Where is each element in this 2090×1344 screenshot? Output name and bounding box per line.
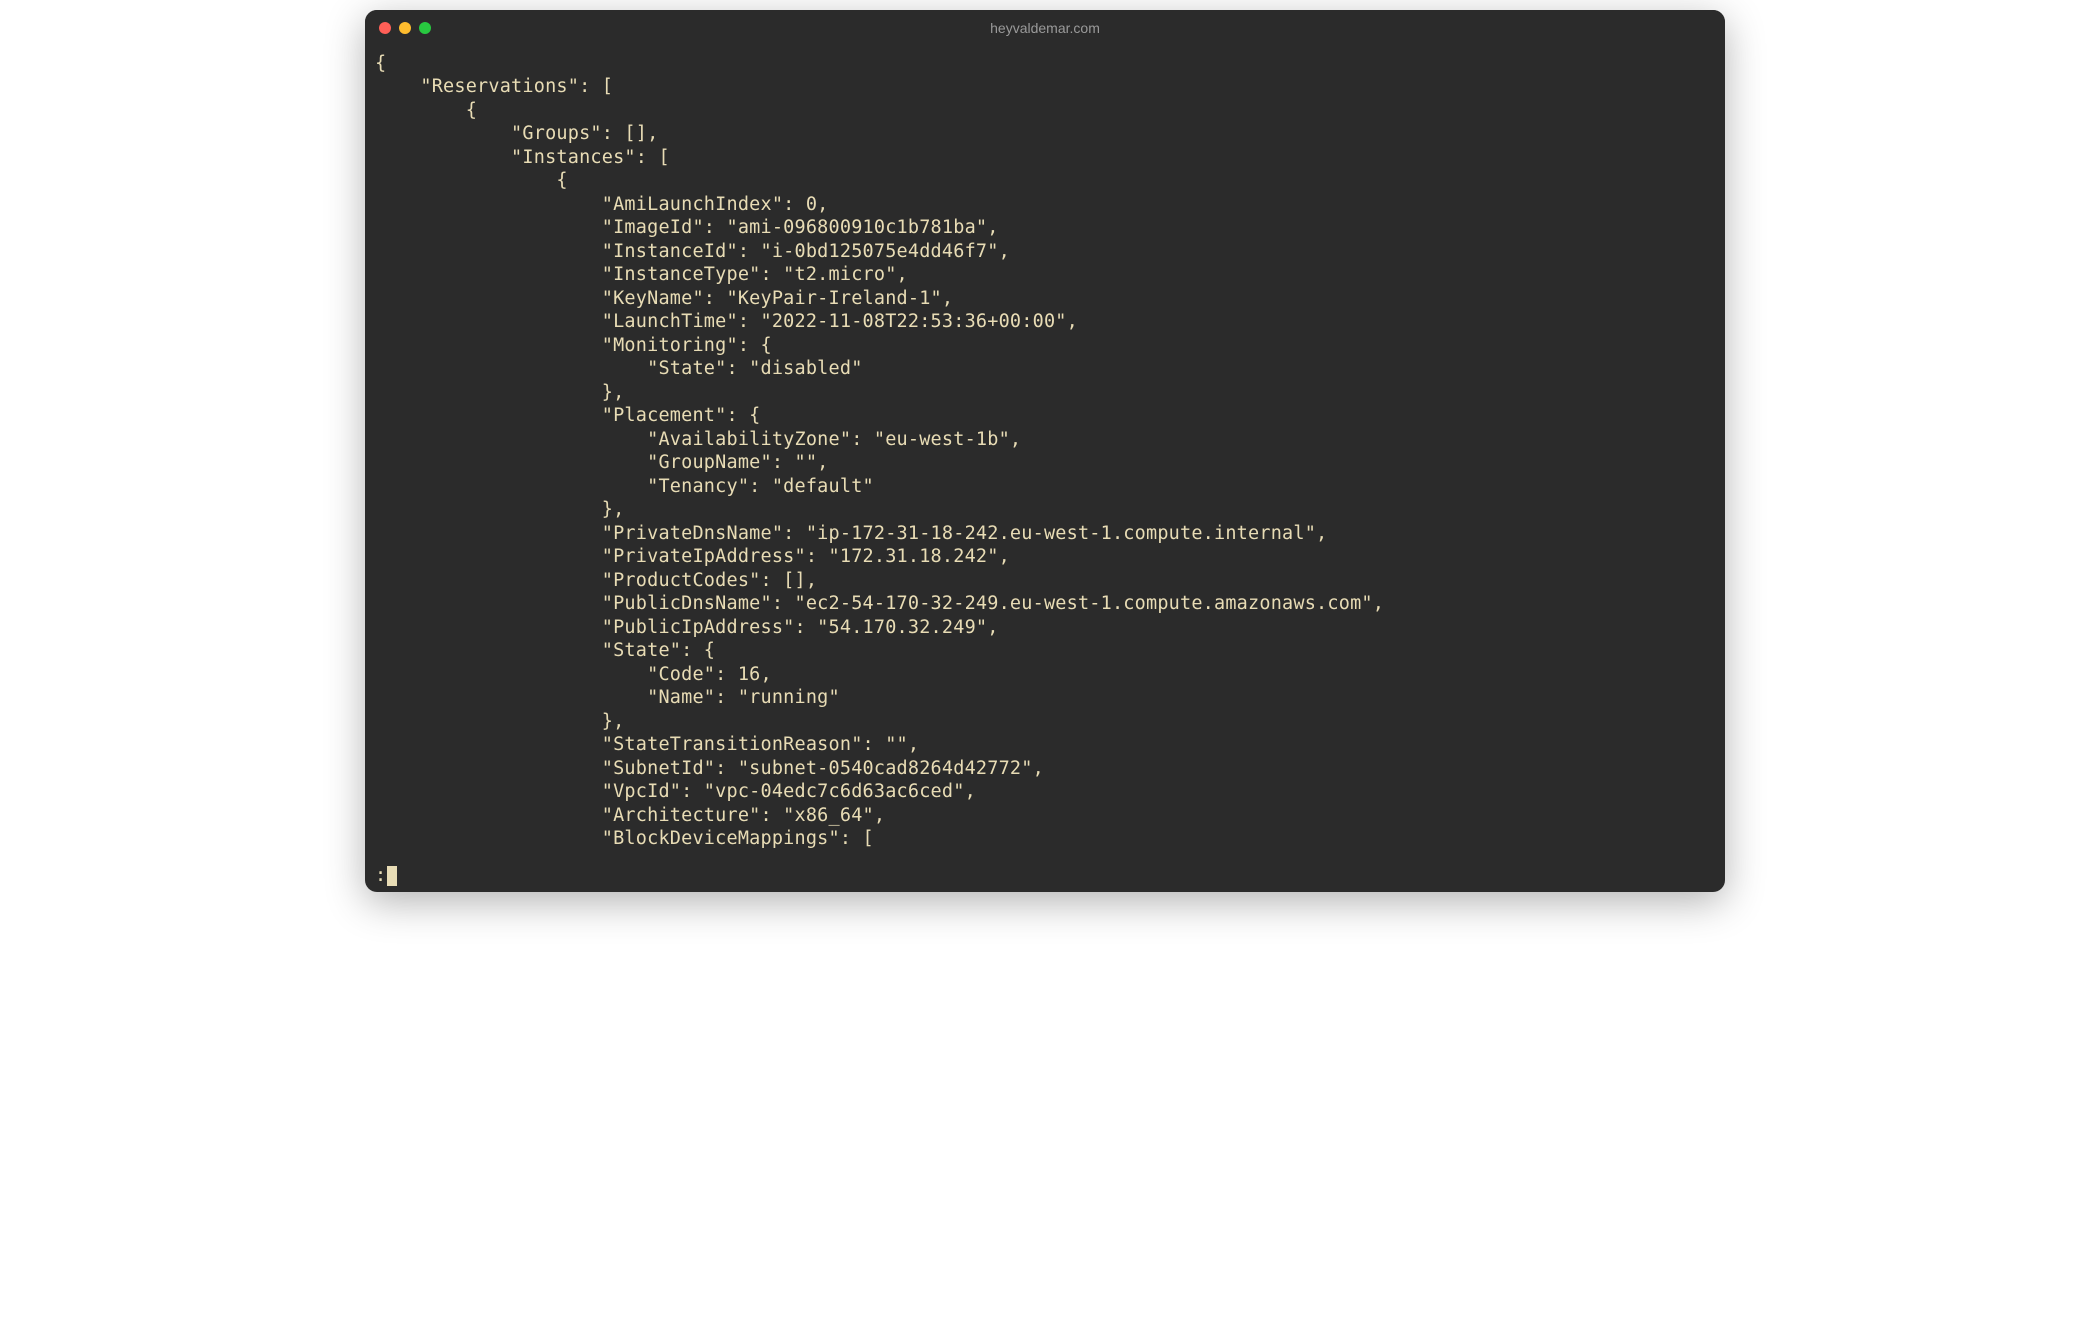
maximize-icon[interactable] — [419, 22, 431, 34]
pager-colon: : — [375, 865, 386, 886]
json-output: { "Reservations": [ { "Groups": [], "Ins… — [375, 52, 1715, 850]
cursor-icon — [387, 866, 397, 886]
terminal-body[interactable]: { "Reservations": [ { "Groups": [], "Ins… — [365, 46, 1725, 892]
window-title: heyvaldemar.com — [990, 20, 1100, 36]
minimize-icon[interactable] — [399, 22, 411, 34]
close-icon[interactable] — [379, 22, 391, 34]
traffic-lights — [379, 22, 431, 34]
pager-prompt[interactable]: : — [375, 865, 1715, 886]
title-bar: heyvaldemar.com — [365, 10, 1725, 46]
terminal-window: heyvaldemar.com { "Reservations": [ { "G… — [365, 10, 1725, 892]
